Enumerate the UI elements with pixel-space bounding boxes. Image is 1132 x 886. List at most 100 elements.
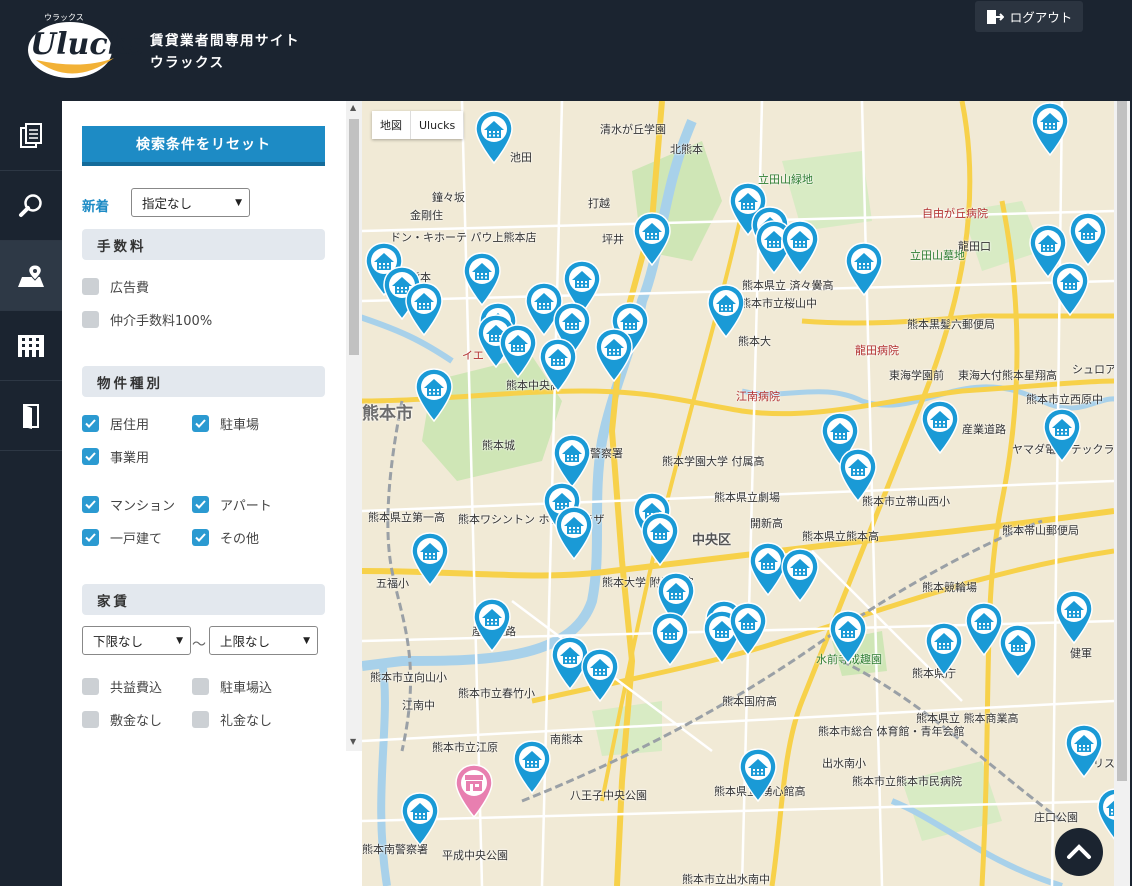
property-pin-icon[interactable] [728,601,768,657]
checkbox-box [82,278,99,295]
shop-pin-icon[interactable] [454,763,494,819]
checkbox-label: 一戸建て [110,532,163,547]
property-pin-icon[interactable] [924,621,964,677]
app: Ulucks! ウラックス 賃貸業者間専用サイト ウラックス ログアウト 検索条… [0,0,1132,886]
map-place-label: 熊本県立劇場 [714,491,780,504]
map-place-label: 熊本城 [482,439,515,452]
check-icon [192,496,209,513]
property-pin-icon[interactable] [474,109,514,165]
scroll-down-icon[interactable]: ▼ [350,737,356,746]
checkbox-apartment[interactable]: アパート [192,495,272,514]
property-pin-icon[interactable] [1064,723,1104,779]
property-pin-icon[interactable] [1030,101,1070,157]
property-pin-icon[interactable] [640,511,680,567]
checkbox-common-fee-included[interactable]: 共益費込 [82,677,162,696]
logout-button[interactable]: ログアウト [975,1,1083,32]
checkbox-no-key-money[interactable]: 礼金なし [192,710,272,729]
chevron-down-icon: ▼ [303,636,310,646]
property-pin-icon[interactable] [498,323,538,379]
checkbox-box [192,711,209,728]
property-pin-icon[interactable] [594,327,634,383]
map-place-label: 庄口公園 [1034,811,1078,824]
property-pin-icon[interactable] [1068,211,1108,267]
nav-exit[interactable] [0,381,62,451]
property-pin-icon[interactable] [1054,589,1094,645]
property-pin-icon[interactable] [462,251,502,307]
property-pin-icon[interactable] [650,611,690,667]
rent-min-select[interactable]: 下限なし ▼ [82,626,191,655]
property-pin-icon[interactable] [1050,261,1090,317]
new-arrival-label: 新着 [82,199,109,215]
property-pin-icon[interactable] [414,367,454,423]
scroll-to-top-button[interactable] [1055,828,1103,876]
property-pin-icon[interactable] [632,211,672,267]
map-scroll-thumb[interactable] [1117,101,1127,781]
new-arrival-select[interactable]: 指定なし ▼ [131,188,250,217]
checkbox-business[interactable]: 事業用 [82,447,149,466]
property-pin-icon[interactable] [1096,787,1114,843]
panel-scroll-thumb[interactable] [349,119,359,355]
filter-panel: 検索条件をリセット 新着 指定なし ▼ 手数料 広告費 仲介手数料100% 物件… [62,101,362,886]
nav-documents[interactable] [0,101,62,171]
map-type-control: 地図 Ulucks [372,111,464,139]
reset-conditions-button[interactable]: 検索条件をリセット [82,126,325,166]
property-pin-icon[interactable] [538,337,578,393]
property-pin-icon[interactable] [512,739,552,795]
property-pin-icon[interactable] [780,219,820,275]
map-type-ulucks-button[interactable]: Ulucks [411,111,463,139]
map-place-label: 開新高 [750,517,783,530]
property-pin-icon[interactable] [706,283,746,339]
nav-buildings[interactable] [0,311,62,381]
map-place-label: 中央区 [692,533,732,548]
checkbox-ad-fee[interactable]: 広告費 [82,277,149,296]
ulucks-logo[interactable]: Ulucks! ウラックス [22,8,142,82]
checkbox-label: アパート [220,499,272,514]
checkbox-label: 駐車場込 [220,681,273,696]
property-pin-icon[interactable] [738,747,778,803]
property-pin-icon[interactable] [920,399,960,455]
check-icon [82,529,99,546]
property-pin-icon[interactable] [998,623,1038,679]
property-pin-icon[interactable] [410,531,450,587]
property-pin-icon[interactable] [1042,407,1082,463]
property-pin-icon[interactable] [400,791,440,847]
check-icon [82,415,99,432]
checkbox-label: 駐車場 [220,418,260,433]
map-place-label: 熊本黒髪六郵便局 [907,318,995,331]
property-pin-icon[interactable] [780,547,820,603]
map-place-label: 熊本市立西原中 [1026,393,1103,406]
type-section-header: 物件種別 [82,366,325,397]
checkbox-no-deposit[interactable]: 敷金なし [82,710,162,729]
rent-max-select[interactable]: 上限なし ▼ [209,626,318,655]
checkbox-other[interactable]: その他 [192,528,259,547]
checkbox-residential[interactable]: 居住用 [82,414,149,433]
map-scrollbar[interactable] [1114,101,1130,886]
nav-map[interactable] [0,241,62,311]
property-pin-icon[interactable] [580,647,620,703]
property-pin-icon[interactable] [554,505,594,561]
map-place-label: 平成中央公園 [442,849,508,862]
checkbox-parking-included[interactable]: 駐車場込 [192,677,272,696]
map-type-map-button[interactable]: 地図 [372,111,411,139]
checkbox-detached-house[interactable]: 一戸建て [82,528,162,547]
map-place-label: 熊本学園大学 付属高 [662,455,765,468]
property-pin-icon[interactable] [828,609,868,665]
checkbox-mansion[interactable]: マンション [82,495,175,514]
site-title-line2: ウラックス [150,55,225,71]
property-pin-icon[interactable] [404,281,444,337]
checkbox-brokerage-100[interactable]: 仲介手数料100% [82,310,212,329]
panel-scrollbar[interactable]: ▲ ▼ [346,101,362,751]
checkbox-box [82,678,99,695]
map-place-label: 健軍 [1070,647,1092,660]
map-place-label: 熊本市 [362,404,413,424]
property-pin-icon[interactable] [838,447,878,503]
check-icon [82,496,99,513]
rent-max-value: 上限なし [220,634,271,649]
property-pin-icon[interactable] [472,597,512,653]
property-pin-icon[interactable] [844,241,884,297]
scroll-up-icon[interactable]: ▲ [350,103,356,112]
nav-search[interactable] [0,171,62,241]
checkbox-parking[interactable]: 駐車場 [192,414,259,433]
map-place-label: 熊本市立出水南中 [682,873,770,886]
property-map[interactable]: 地図 Ulucks 清水が丘学園 北熊本 池田 立田山緑地 鐘々坂 金剛住 自由が丘病院 打越… [362,101,1114,886]
